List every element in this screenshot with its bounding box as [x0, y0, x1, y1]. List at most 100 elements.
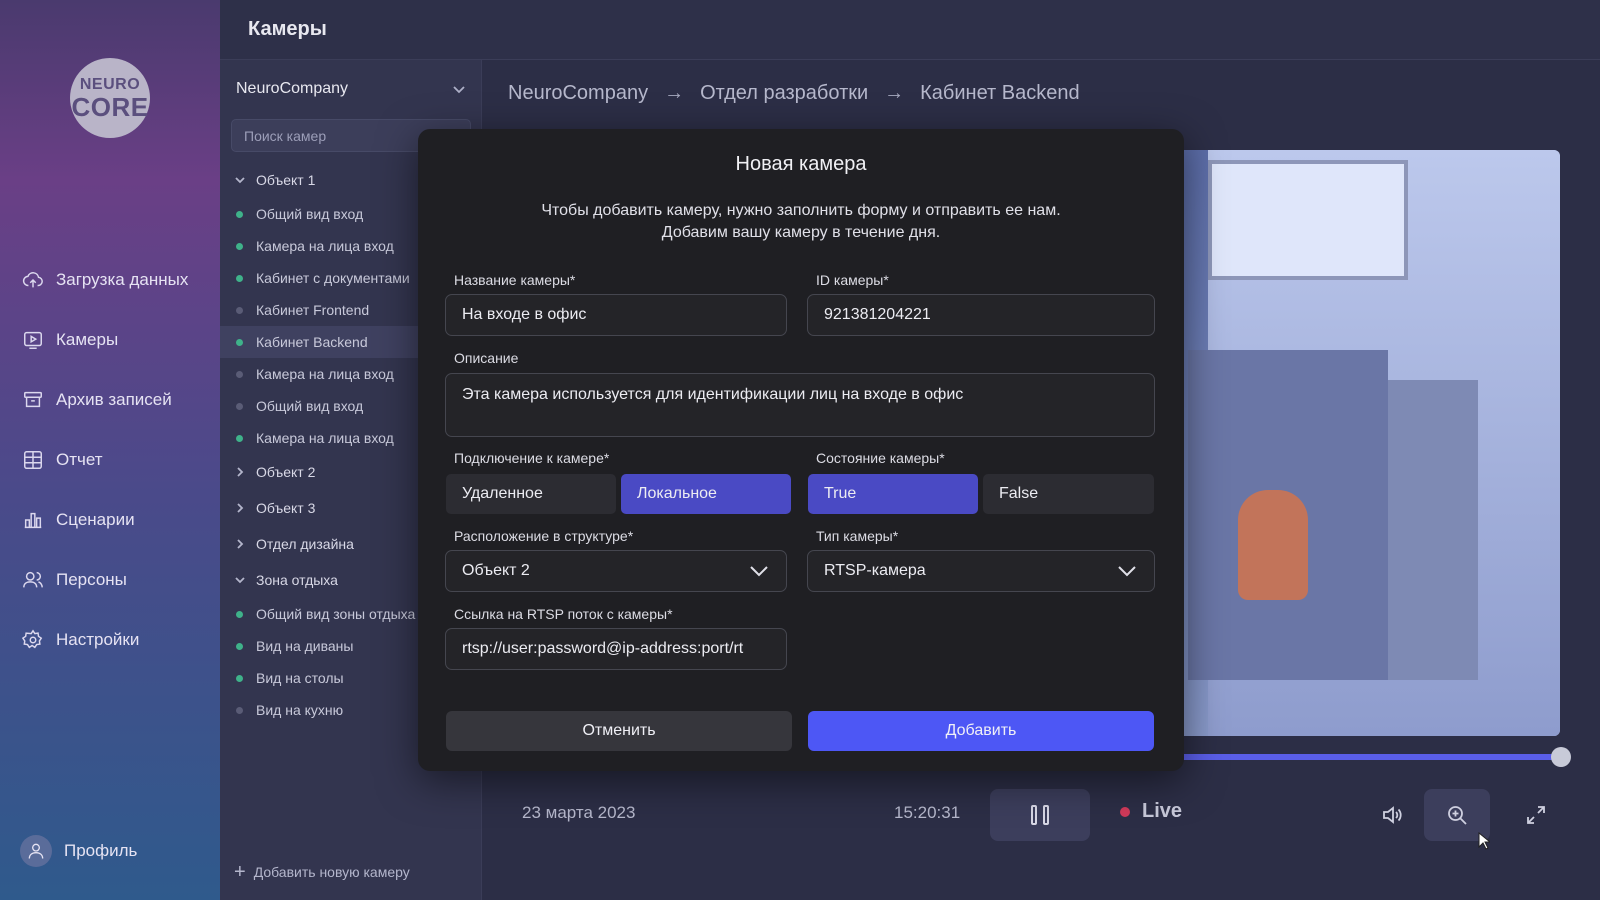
fullscreen-button[interactable]: [1510, 789, 1562, 841]
status-online-dot: [236, 610, 243, 618]
zoom-in-icon: [1448, 806, 1467, 825]
nav-item-label: Персоны: [56, 570, 127, 589]
nav-item-label: Архив записей: [56, 390, 172, 409]
timeline-handle[interactable]: [1551, 747, 1571, 767]
arrow-right-icon: →: [884, 82, 905, 104]
camera-label: Вид на диваны: [256, 638, 354, 654]
state-option-true[interactable]: True: [808, 474, 978, 514]
dialog-title: Новая камера: [735, 153, 867, 175]
pause-button[interactable]: [990, 789, 1090, 841]
description-field[interactable]: Эта камера используется для идентификаци…: [445, 373, 1155, 437]
cancel-button[interactable]: Отменить: [446, 711, 792, 751]
nav-item-report[interactable]: Отчет: [0, 430, 220, 490]
add-camera-label: Добавить новую камеру: [253, 864, 410, 880]
nav-item-label: Настройки: [56, 630, 140, 649]
live-dot: [1120, 806, 1130, 817]
status-online-dot: [236, 274, 243, 282]
status-online-dot: [236, 210, 243, 218]
group-label: Зона отдыха: [256, 572, 338, 588]
neurocore-logo[interactable]: NEURO CORE: [70, 58, 150, 138]
camera-id-label: ID камеры*: [816, 272, 889, 288]
status-offline-dot: [236, 706, 243, 714]
camera-state-label: Состояние камеры*: [816, 450, 945, 466]
camera-label: Вид на кухню: [256, 702, 344, 718]
nav-item-settings[interactable]: Настройки: [0, 610, 220, 670]
player-controls: 23 марта 2023 15:20:31 Live: [480, 785, 1600, 845]
chevron-right-icon: [237, 467, 244, 477]
nav-item-label: Камеры: [56, 330, 119, 349]
status-online-dot: [236, 642, 243, 650]
chevron-right-icon: [237, 539, 244, 549]
nav-item-label: Отчет: [56, 450, 103, 469]
location-label: Расположение в структуре*: [454, 528, 634, 544]
connection-option-remote[interactable]: Удаленное: [446, 474, 616, 514]
nav-item-upload[interactable]: Загрузка данных: [0, 250, 220, 310]
description-label: Описание: [454, 350, 519, 366]
main-nav: Загрузка данных Камеры Архив записей Отч…: [0, 250, 220, 670]
camera-label: Камера на лица вход: [256, 366, 394, 382]
chevron-down-icon: [750, 566, 768, 577]
video-whiteboard: [1208, 160, 1408, 280]
live-label: Live: [1142, 800, 1183, 822]
profile-link[interactable]: Профиль: [20, 835, 137, 867]
chevron-right-icon: [237, 503, 244, 513]
location-select[interactable]: Объект 2: [445, 550, 787, 592]
gear-icon: [22, 629, 43, 649]
connection-option-local[interactable]: Локальное: [621, 474, 791, 514]
camera-name-field[interactable]: На входе в офис: [445, 294, 787, 336]
chevron-down-icon: [1118, 566, 1136, 577]
people-icon: [23, 571, 43, 588]
status-online-dot: [236, 338, 243, 346]
camera-label: Камера на лица вход: [256, 238, 394, 254]
nav-item-cameras[interactable]: Камеры: [0, 310, 220, 370]
status-offline-dot: [236, 306, 243, 314]
volume-button[interactable]: [1366, 789, 1418, 841]
status-offline-dot: [236, 370, 243, 378]
connection-label: Подключение к камере*: [454, 450, 610, 466]
video-person: [1238, 490, 1308, 600]
rtsp-url-field[interactable]: rtsp://user:password@ip-address:port/rt: [445, 628, 787, 670]
user-icon: [28, 843, 44, 859]
video-cabinet: [1388, 380, 1478, 680]
profile-label: Профиль: [64, 841, 138, 860]
camera-label: Общий вид вход: [256, 206, 364, 222]
breadcrumb-item[interactable]: NeuroCompany: [508, 82, 648, 105]
camera-label: Кабинет Backend: [256, 334, 368, 350]
player-date: 23 марта 2023: [522, 803, 636, 822]
pause-icon: [1043, 805, 1049, 825]
status-online-dot: [236, 434, 243, 442]
company-name: NeuroCompany: [236, 80, 349, 97]
add-camera-button[interactable]: + Добавить новую камеру: [234, 861, 410, 883]
speaker-icon: [1383, 806, 1402, 824]
new-camera-dialog: Новая камера Чтобы добавить камеру, нужн…: [418, 129, 1184, 771]
camera-name-label: Название камеры*: [454, 272, 576, 288]
camera-label: Кабинет с документами: [256, 270, 410, 286]
state-option-false[interactable]: False: [983, 474, 1154, 514]
group-label: Объект 1: [256, 172, 316, 188]
group-label: Объект 3: [256, 500, 316, 516]
camera-type-select[interactable]: RTSP-камера: [807, 550, 1155, 592]
add-camera-submit-button[interactable]: Добавить: [808, 711, 1154, 751]
camera-type-value: RTSP-камера: [824, 562, 926, 579]
timeline-progress-bar[interactable]: [1160, 754, 1560, 760]
expand-icon: [1527, 806, 1545, 824]
camera-type-label: Тип камеры*: [816, 528, 899, 544]
company-selector[interactable]: NeuroCompany: [236, 80, 466, 98]
chevron-down-icon: [453, 86, 465, 94]
nav-item-archive[interactable]: Архив записей: [0, 370, 220, 430]
plus-icon: +: [234, 861, 246, 883]
status-online-dot: [236, 242, 243, 250]
status-offline-dot: [236, 402, 243, 410]
bar-chart-icon: [24, 512, 42, 529]
breadcrumb-item[interactable]: Отдел разработки: [700, 82, 868, 105]
group-label: Объект 2: [256, 464, 316, 480]
live-indicator[interactable]: Live: [1120, 800, 1182, 823]
camera-label: Общий вид вход: [256, 398, 364, 414]
nav-item-label: Сценарии: [56, 510, 135, 529]
nav-item-persons[interactable]: Персоны: [0, 550, 220, 610]
archive-icon: [24, 391, 42, 408]
pause-icon: [1031, 805, 1037, 825]
nav-item-scenarios[interactable]: Сценарии: [0, 490, 220, 550]
group-label: Отдел дизайна: [256, 536, 354, 552]
camera-id-field[interactable]: 921381204221: [807, 294, 1155, 336]
